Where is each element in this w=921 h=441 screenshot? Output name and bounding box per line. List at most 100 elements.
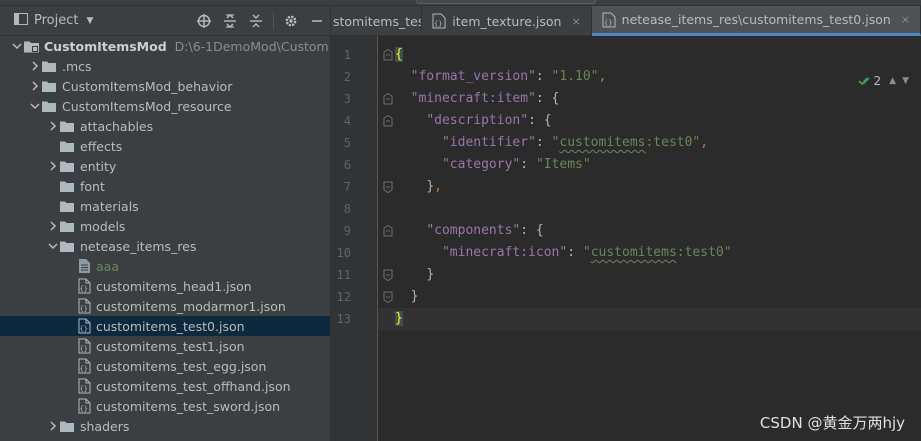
watermark: CSDN @黄金万两hjy (759, 414, 905, 432)
chevron-right-icon[interactable] (28, 76, 42, 96)
tree-item-label: font (80, 178, 105, 194)
tree-folder-item[interactable]: .mcs (0, 56, 330, 76)
tab-customitems-test0-png[interactable]: stomitems_test0.png × (331, 6, 423, 36)
line-number: 4 (343, 114, 351, 128)
folder-icon (60, 176, 76, 196)
line-number: 3 (343, 92, 351, 106)
expand-all-icon (224, 14, 236, 28)
tree-folder-item[interactable]: netease_items_res (0, 236, 330, 256)
project-panel-title[interactable]: Project (34, 13, 78, 28)
gear-icon (285, 15, 297, 27)
folder-icon (60, 136, 76, 156)
code-line-11: } (426, 267, 435, 282)
folder-icon (60, 416, 76, 436)
chevron-right-icon[interactable] (46, 116, 60, 136)
json-file-icon: {} (78, 316, 94, 336)
chevron-right-icon[interactable] (46, 216, 60, 236)
chevron-right-icon[interactable] (46, 156, 60, 176)
code-line-1: { (395, 47, 403, 62)
tree-file-item[interactable]: {} customitems_test_sword.json (0, 396, 330, 416)
collapse-all-icon (250, 14, 262, 28)
tree-item-label: CustomItemsMod_resource (62, 98, 232, 114)
crosshair-icon (197, 14, 211, 28)
tree-folder-item[interactable]: CustomItemsMod D:\6-1DemoMod\CustomIter (0, 36, 330, 56)
line-number: 6 (343, 158, 351, 172)
svg-text:{}: {} (80, 365, 88, 373)
tree-file-item[interactable]: aaa (0, 256, 330, 276)
svg-text:{}: {} (80, 405, 88, 413)
tree-folder-item[interactable]: font (0, 176, 330, 196)
line-number: 11 (336, 268, 351, 282)
tree-file-item[interactable]: {} customitems_test1.json (0, 336, 330, 356)
code-line-5: "identifier": "customitems:test0", (441, 135, 709, 150)
tree-item-label: CustomItemsMod_behavior (62, 78, 233, 94)
tab-label: netease_items_res\customitems_test0.json (621, 12, 891, 27)
close-icon[interactable]: × (571, 15, 580, 28)
chevron-right-icon[interactable] (28, 56, 42, 76)
chevron-right-icon[interactable] (46, 416, 60, 436)
tree-item-label: materials (80, 198, 139, 214)
tree-item-label: customitems_head1.json (96, 278, 252, 294)
text-file-icon (78, 256, 94, 276)
tree-item-label: attachables (80, 118, 154, 134)
tree-file-item[interactable]: {} customitems_head1.json (0, 276, 330, 296)
folder-icon (60, 116, 76, 136)
code-line-12: } (410, 289, 419, 304)
line-number: 5 (343, 136, 351, 150)
project-tree: CustomItemsMod D:\6-1DemoMod\CustomIter .m… (0, 36, 330, 436)
tree-file-item[interactable]: {} customitems_test0.json (0, 316, 330, 336)
chevron-down-icon[interactable]: ▼ (86, 16, 93, 26)
chevron-down-icon[interactable] (28, 96, 42, 116)
tab-label: item_texture.json (452, 13, 562, 29)
folder-icon (60, 156, 76, 176)
tree-folder-item[interactable]: materials (0, 196, 330, 216)
code-line-13: } (378, 308, 921, 330)
tree-item-label: customitems_test_egg.json (96, 358, 267, 374)
tree-file-item[interactable]: {} customitems_modarmor1.json (0, 296, 330, 316)
code-line-6: "category": "Items" (441, 157, 591, 172)
tree-folder-item[interactable]: effects (0, 136, 330, 156)
project-panel-tools (191, 6, 330, 36)
code-line-4: "description": { (426, 113, 552, 128)
settings-button[interactable] (278, 6, 304, 36)
tree-item-label: customitems_test1.json (96, 338, 245, 354)
editor-area: stomitems_test0.png × {} item_texture.js… (331, 6, 921, 441)
close-icon[interactable]: × (901, 13, 910, 26)
json-file-icon: {} (78, 396, 94, 416)
tree-folder-item[interactable]: shaders (0, 416, 330, 436)
line-number: 12 (336, 290, 351, 304)
project-panel: Project ▼ CustomItemsMod D:\6-1DemoMod\Cu… (0, 6, 331, 441)
hide-panel-button[interactable] (304, 6, 330, 36)
tree-folder-item[interactable]: entity (0, 156, 330, 176)
tree-file-item[interactable]: {} customitems_test_offhand.json (0, 376, 330, 396)
chevron-down-icon[interactable] (10, 36, 24, 56)
expand-all-button[interactable] (217, 6, 243, 36)
collapse-all-button[interactable] (243, 6, 269, 36)
tab-customitems-test0-json[interactable]: {} netease_items_res\customitems_test0.j… (591, 6, 921, 36)
chevron-down-icon[interactable] (46, 236, 60, 256)
tree-item-label: models (80, 218, 126, 234)
line-number: 13 (336, 312, 351, 326)
code-editor[interactable]: 2 ▲ ▼ { "format_version": "1.10", "minec… (378, 36, 921, 441)
tree-folder-item[interactable]: models (0, 216, 330, 236)
toolbar-divider (273, 13, 274, 29)
tree-file-item[interactable]: {} customitems_test_egg.json (0, 356, 330, 376)
locate-file-button[interactable] (191, 6, 217, 36)
tree-folder-item[interactable]: CustomItemsMod_resource (0, 96, 330, 116)
tab-item-texture-json[interactable]: {} item_texture.json × (422, 6, 592, 36)
json-file-icon: {} (78, 376, 94, 396)
tree-folder-item[interactable]: attachables (0, 116, 330, 136)
line-number: 7 (343, 180, 351, 194)
tree-folder-item[interactable]: CustomItemsMod_behavior (0, 76, 330, 96)
line-number: 8 (343, 202, 351, 216)
tree-item-label: customitems_modarmor1.json (96, 298, 286, 314)
project-window-icon (14, 13, 28, 28)
run-config-selector[interactable] (416, 0, 596, 4)
json-file-icon: {} (602, 12, 616, 28)
tree-item-label: effects (80, 138, 123, 154)
